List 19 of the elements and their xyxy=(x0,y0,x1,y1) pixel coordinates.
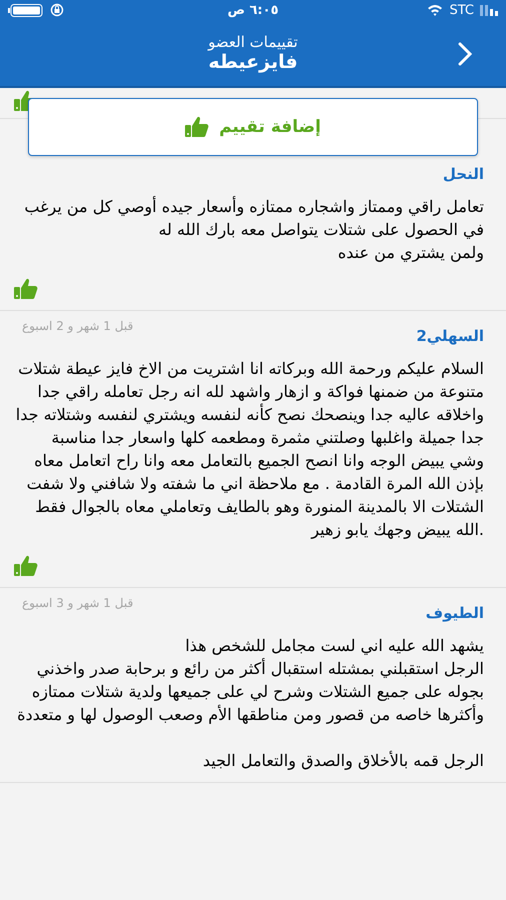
page-subtitle: تقييمات العضو xyxy=(208,33,298,51)
reviewer-name[interactable]: الطيوف xyxy=(426,604,484,622)
review-text: تعامل راقي وممتاز واشجاره ممتازه وأسعار جيده أوصي كل من يرغب في الحصول على شتلات يتواصل معه بارك الله له ولمن يشتري من عنده xyxy=(23,195,484,264)
review-text: السلام عليكم ورحمة الله وبركاته انا اشتريت من الاخ فايز عيطة شتلات متنوعة من ضمنها فواكة و ازهار واشهد لله انه رجل تعامله راقي جدا واخلاقه عاليه جدا وينصحك نصح كأنه لنفسه ويشتري لنفسه وشتلاته جدا جدا جميلة واغلبها وصلتني مثمرة ومطعمه كلها واسعار جدا مناسبة وشي يبيض الوجه وانا انصح الجميع بالتعامل معه وانا راح اتعامل معاه بإذن الله المرة القادمة . مع ملاحظة اني ما شفته ولا شافني ولا شفت الشتلات الا بالمدينة المنورة وهو بالطايف وتعاملي معاه بالجوال فقط .الله يبيض وجهك يابو زهير xyxy=(14,358,484,541)
page-title: فايزعيطه xyxy=(208,51,298,73)
review-date: قبل 1 شهر و 2 اسبوع xyxy=(22,319,134,333)
rotation-lock-icon xyxy=(50,3,64,17)
reviewer-name[interactable]: النحل xyxy=(442,165,484,183)
signal-icon xyxy=(480,4,498,16)
review-date: قبل 1 شهر و 3 اسبوع xyxy=(22,596,134,610)
battery-icon xyxy=(8,4,44,16)
add-review-button[interactable]: إضافة تقييم xyxy=(28,98,478,156)
status-time: ٦:٠٥ ص xyxy=(227,2,279,18)
chevron-icon xyxy=(458,42,472,66)
wifi-icon xyxy=(427,4,444,16)
thumbs-up-icon xyxy=(185,116,210,138)
reviewer-name[interactable]: السهلي2 xyxy=(416,327,484,345)
review-text: يشهد الله عليه اني لست مجامل للشخص هذا الرجل استقبلني بمشتله استقبال أكثر من رائع و برحابة صدر واخذني بجوله على جميع الشتلات وشرح لي على جميعها ولدية شتلات ممتازه وأكثرها خاصه من قصور ومن مناطقها الأم وصعب الوصول لها و متعددة الرجل قمه بالأخلاق والصدق والتعامل الجيد xyxy=(16,635,484,772)
carrier-name: STC xyxy=(449,2,474,18)
